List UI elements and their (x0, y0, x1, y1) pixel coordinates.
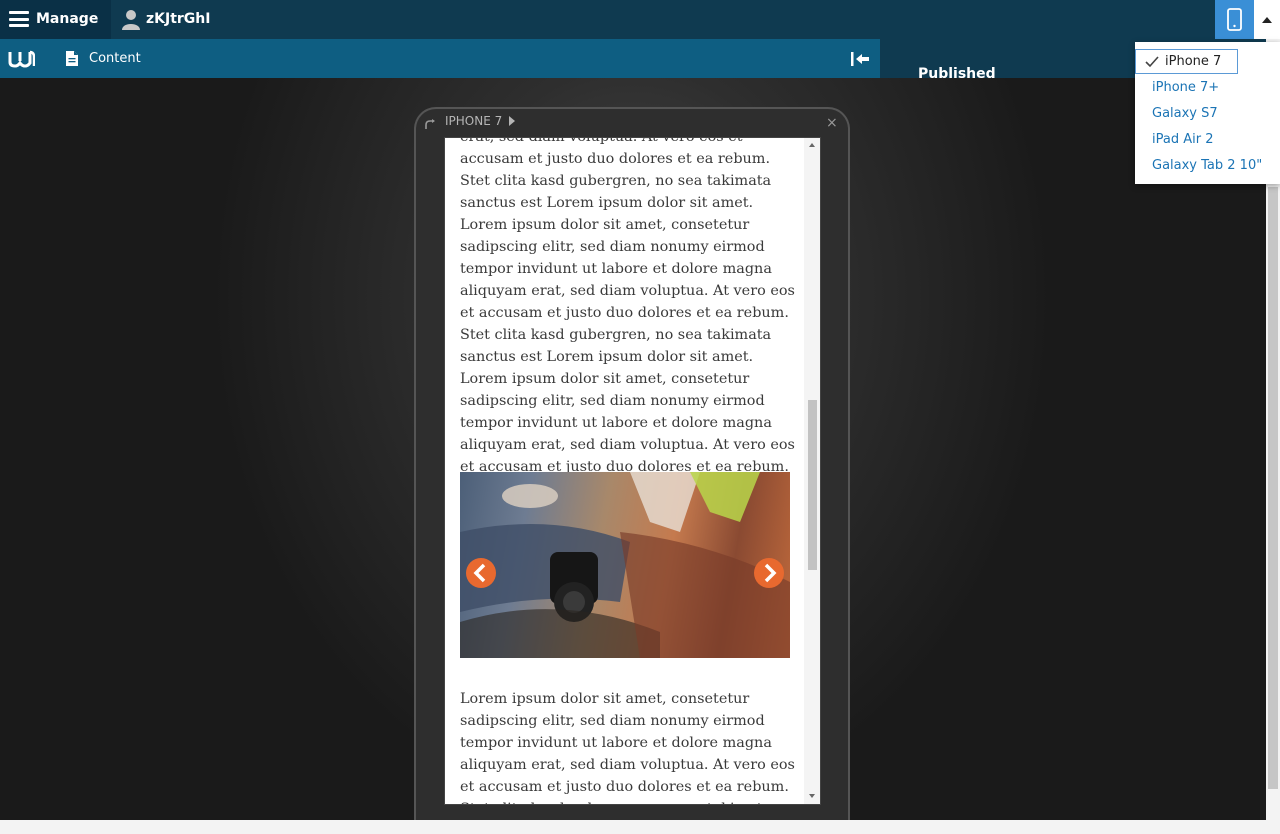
device-preview-button[interactable] (1215, 0, 1254, 39)
device-option[interactable]: iPad Air 2 (1152, 132, 1213, 147)
chevron-right-icon (509, 116, 516, 126)
scroll-down-icon[interactable] (809, 794, 815, 798)
manage-tab[interactable]: Manage (0, 0, 111, 39)
chevron-right-icon (764, 563, 777, 583)
slider-next-button[interactable] (754, 558, 784, 588)
device-name[interactable]: IPHONE 7 (445, 114, 516, 128)
device-name-label: IPHONE 7 (445, 114, 503, 128)
device-option[interactable]: Galaxy S7 (1152, 106, 1218, 121)
toolbar-tray: Content (0, 39, 880, 78)
manage-label: Manage (36, 11, 99, 27)
slider-photo (460, 472, 790, 658)
device-screen: erat, sed diam voluptua. At vero eos et … (444, 137, 821, 805)
image-slider (460, 472, 790, 658)
user-icon (122, 10, 140, 30)
screen-scrollbar-thumb[interactable] (808, 400, 817, 570)
device-option-label: iPhone 7 (1165, 54, 1222, 69)
document-icon (66, 51, 78, 66)
body-paragraph: Lorem ipsum dolor sit amet, consetetur s… (460, 691, 795, 804)
hamburger-icon (9, 11, 29, 27)
device-menu-toggle[interactable] (1254, 0, 1280, 39)
collapse-tray-icon[interactable] (848, 49, 872, 69)
drupal-logo-icon[interactable] (8, 48, 35, 68)
screen-scrollbar[interactable] (804, 138, 820, 804)
slider-prev-button[interactable] (466, 558, 496, 588)
chevron-left-icon (473, 563, 486, 583)
page-vertical-scrollbar-thumb[interactable] (1268, 187, 1278, 789)
device-menu: iPhone 7 iPhone 7+ Galaxy S7 iPad Air 2 … (1135, 42, 1280, 184)
mobile-device-icon (1227, 8, 1242, 31)
device-option-selected[interactable]: iPhone 7 (1135, 49, 1238, 74)
caret-up-icon (1262, 17, 1272, 23)
rotate-icon[interactable] (423, 118, 437, 132)
checkmark-icon (1145, 56, 1159, 68)
scroll-up-icon[interactable] (809, 143, 815, 147)
device-option[interactable]: Galaxy Tab 2 10" (1152, 158, 1262, 173)
page-horizontal-scrollbar[interactable] (0, 820, 1280, 834)
content-label: Content (89, 51, 141, 66)
close-icon[interactable]: × (826, 115, 838, 131)
device-option[interactable]: iPhone 7+ (1152, 80, 1219, 95)
user-name: zKJtrGhI (146, 11, 211, 27)
body-paragraph: erat, sed diam voluptua. At vero eos et … (460, 137, 795, 519)
